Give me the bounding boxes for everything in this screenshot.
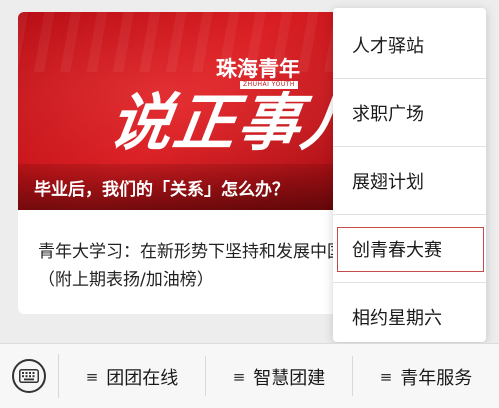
menu-item-youth-startup-contest[interactable]: 创青春大赛 bbox=[333, 215, 486, 283]
menu-lines-icon: ≡ bbox=[379, 367, 393, 386]
tab-youth-services[interactable]: ≡ 青年服务 bbox=[353, 344, 499, 408]
menu-item-saturday-meetup[interactable]: 相约星期六 bbox=[333, 283, 486, 351]
menu-lines-icon: ≡ bbox=[85, 367, 99, 386]
menu-item-job-plaza[interactable]: 求职广场 bbox=[333, 79, 486, 147]
submenu-popup: 人才驿站 求职广场 展翅计划 创青春大赛 相约星期六 bbox=[333, 8, 486, 342]
tab-label: 智慧团建 bbox=[253, 367, 326, 389]
menu-lines-icon: ≡ bbox=[232, 367, 246, 386]
tab-tuantuan-online[interactable]: ≡ 团团在线 bbox=[59, 344, 205, 408]
menu-item-talent-station[interactable]: 人才驿站 bbox=[333, 11, 486, 79]
tab-label: 青年服务 bbox=[400, 367, 473, 389]
article-title[interactable]: 毕业后，我们的「关系」怎么办？ bbox=[34, 175, 289, 200]
keyboard-icon bbox=[19, 369, 39, 383]
zhuhai-youth-logo: 珠海青年 ZHUHAI YOUTH bbox=[216, 58, 300, 89]
tab-label: 团团在线 bbox=[106, 367, 179, 389]
bottom-menu-bar: ≡ 团团在线 ≡ 智慧团建 ≡ 青年服务 bbox=[0, 343, 499, 408]
banner-big-title: 说正事儿 bbox=[104, 86, 372, 159]
logo-text: 珠海青年 bbox=[216, 56, 300, 81]
tab-smart-league[interactable]: ≡ 智慧团建 bbox=[206, 344, 352, 408]
menu-item-wings-plan[interactable]: 展翅计划 bbox=[333, 147, 486, 215]
keyboard-toggle-button[interactable] bbox=[12, 359, 46, 393]
